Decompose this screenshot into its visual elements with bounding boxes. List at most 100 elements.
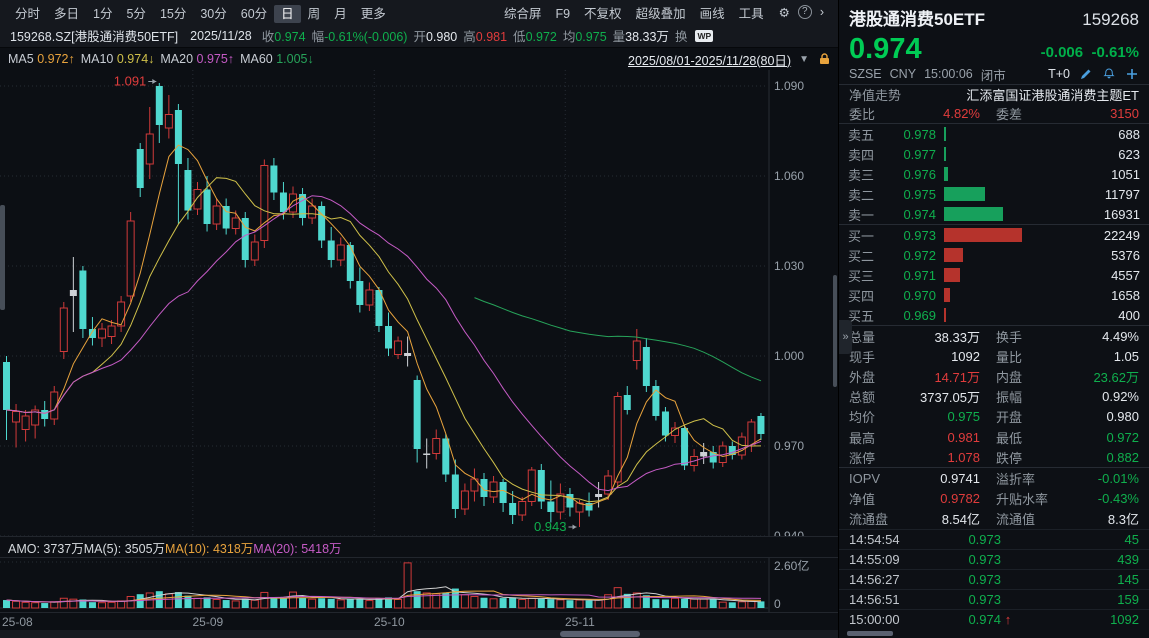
sell-depth-bar [944, 207, 1003, 221]
quote-field-value: 0.981 [476, 30, 507, 44]
stat-label: 流通值 [996, 509, 1054, 528]
toolbar-item-综合屏[interactable]: 综合屏 [497, 5, 549, 23]
x-axis-label: 25-09 [193, 615, 224, 629]
sell-order-row[interactable]: 卖二0.97511797 [839, 184, 1149, 204]
sell-order-row[interactable]: 卖五0.978688 [839, 124, 1149, 144]
period-tab-多日[interactable]: 多日 [47, 5, 86, 23]
toolbar-item-超级叠加[interactable]: 超级叠加 [629, 5, 693, 23]
sell-depth-bar [944, 187, 985, 201]
lock-icon[interactable] [819, 53, 830, 65]
buy-order-row[interactable]: 买一0.97322249 [839, 225, 1149, 245]
buy-price: 0.972 [884, 248, 936, 263]
candlestick-chart[interactable]: 1.0901.0601.0301.0000.9700.9401.0910.943 [0, 70, 832, 536]
chart-left-scrollbar[interactable] [0, 205, 5, 310]
exchange-label: SZSE [849, 67, 882, 81]
chevron-right-icon[interactable]: › [814, 3, 830, 21]
stat-label: 升贴水率 [996, 489, 1054, 508]
stat-label: 现手 [849, 347, 895, 366]
quote-field-value: 0.980 [426, 30, 457, 44]
period-tab-1分[interactable]: 1分 [86, 5, 119, 23]
buy-level-label: 买三 [848, 266, 884, 285]
tick-price: 0.973 [927, 552, 1001, 567]
buy-order-row[interactable]: 买二0.9725376 [839, 245, 1149, 265]
tick-row: 14:55:090.973439 [839, 549, 1149, 569]
ma-value: 0.975↑ [197, 52, 235, 66]
quote-field-label: 量 [613, 30, 626, 44]
volume-chart[interactable]: 2.60亿0 [0, 558, 832, 612]
tick-time: 14:56:51 [849, 592, 927, 607]
sell-order-row[interactable]: 卖四0.977623 [839, 144, 1149, 164]
depth-bar-zone [944, 167, 1082, 181]
date-range-selector[interactable]: 2025/08/01-2025/11/28(80日) [628, 50, 791, 69]
horizontal-scrollbar[interactable] [0, 630, 838, 638]
tick-price: 0.973 [927, 572, 1001, 587]
tick-time: 14:54:54 [849, 532, 927, 547]
edit-pencil-icon[interactable] [1078, 67, 1093, 81]
period-tab-更多[interactable]: 更多 [354, 5, 393, 23]
period-tab-60分[interactable]: 60分 [234, 5, 274, 23]
toolbar-item-不复权[interactable]: 不复权 [577, 5, 629, 23]
stat-value: 1092 [895, 349, 980, 364]
stat-label: 换手 [996, 327, 1054, 346]
sell-level-label: 卖一 [848, 205, 884, 224]
toolbar-item-工具[interactable]: 工具 [732, 5, 771, 23]
period-tab-月[interactable]: 月 [327, 5, 354, 23]
period-tab-分时[interactable]: 分时 [8, 5, 47, 23]
quote-bar: 159268.SZ[港股通消费50ETF] 2025/11/28 收0.974幅… [0, 24, 838, 48]
stat-row: 流通盘8.54亿流通值8.3亿 [839, 509, 1149, 529]
buy-order-row[interactable]: 买五0.969400 [839, 305, 1149, 325]
tick-direction-arrow: ↑ [1001, 612, 1015, 627]
amo-value: 4318万 [213, 542, 253, 556]
panel-scrollbar-thumb[interactable] [847, 631, 893, 636]
quote-field-value: 0.975 [575, 30, 606, 44]
period-tab-5分[interactable]: 5分 [119, 5, 152, 23]
alert-bell-icon[interactable] [1101, 67, 1116, 81]
horizontal-scrollbar-thumb[interactable] [560, 631, 640, 637]
tick-row: 14:54:540.97345 [839, 529, 1149, 549]
buy-price: 0.971 [884, 268, 936, 283]
buy-quantity: 4557 [1088, 268, 1140, 283]
period-tab-周[interactable]: 周 [301, 5, 328, 23]
add-plus-icon[interactable] [1124, 67, 1139, 81]
stat-value: 0.9782 [895, 491, 980, 506]
depth-bar-zone [944, 268, 1082, 282]
period-tab-30分[interactable]: 30分 [193, 5, 233, 23]
nav-row[interactable]: 净值走势 汇添富国证港股通消费主题ET [839, 85, 1149, 104]
buy-depth-bar [944, 228, 1022, 242]
tick-volume: 159 [1015, 592, 1139, 607]
wp-badge[interactable]: WP [695, 30, 713, 42]
sell-order-row[interactable]: 卖三0.9761051 [839, 164, 1149, 184]
toolbar-item-F9[interactable]: F9 [548, 5, 577, 23]
quote-field-label: 开 [413, 30, 426, 44]
chart-vertical-scrollbar[interactable] [833, 275, 837, 387]
buy-quantity: 1658 [1088, 288, 1140, 303]
settings-gear-icon[interactable]: ⚙ [773, 3, 796, 22]
svg-text:1.060: 1.060 [774, 169, 804, 183]
stat-label: IOPV [849, 471, 895, 486]
buy-order-row[interactable]: 买三0.971 4557 [839, 265, 1149, 285]
buy-order-row[interactable]: 买四0.9701658 [839, 285, 1149, 305]
chevron-down-icon[interactable]: ▼ [799, 54, 809, 65]
ma-label: MA5 [8, 52, 37, 66]
tick-list[interactable]: 14:54:540.9734514:55:090.97343914:56:270… [839, 529, 1149, 629]
depth-bar-zone [944, 228, 1082, 242]
stat-label: 均价 [849, 407, 895, 426]
period-tab-15分[interactable]: 15分 [153, 5, 193, 23]
buy-depth-bar [944, 248, 963, 262]
t0-badge: T+0 [1048, 67, 1070, 81]
stat-label: 最低 [996, 428, 1054, 447]
stat-row: 净值0.9782升贴水率-0.43% [839, 489, 1149, 509]
sell-order-row[interactable]: 卖一0.97416931 [839, 204, 1149, 224]
buy-order-book: 买一0.97322249买二0.9725376买三0.971 4557 买四0.97… [839, 224, 1149, 325]
panel-collapse-handle[interactable]: » [839, 320, 852, 354]
stat-value: 0.92% [1054, 389, 1139, 404]
quote-field-label: 均 [563, 30, 576, 44]
stock-code: 159268 [1082, 10, 1139, 30]
buy-level-label: 买二 [848, 246, 884, 265]
toolbar-item-画线[interactable]: 画线 [693, 5, 732, 23]
period-tab-日[interactable]: 日 [274, 5, 301, 23]
help-icon[interactable]: ? [798, 5, 812, 19]
amo-value: 5418万 [301, 542, 341, 556]
depth-bar-zone [944, 187, 1082, 201]
stat-row: IOPV0.9741溢折率-0.01% [839, 468, 1149, 488]
